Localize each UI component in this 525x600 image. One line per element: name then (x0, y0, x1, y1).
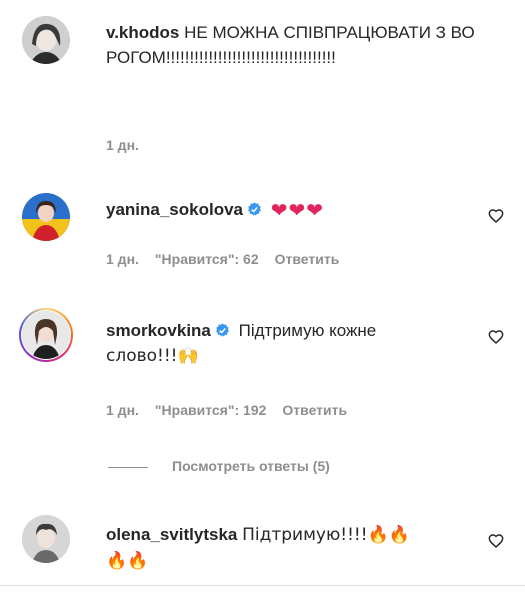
timestamp[interactable]: 1 дн. (106, 137, 139, 153)
comment-text-line2: 🔥🔥 (106, 551, 149, 571)
likes-count[interactable]: "Нравится": 192 (155, 402, 266, 418)
comment-body: yanina_sokolova ❤❤❤ (106, 197, 476, 223)
view-replies-button[interactable]: Посмотреть ответы (5) (108, 458, 330, 478)
comment-text-line2: слово!!!🙌 (106, 346, 199, 366)
comment-text: Підтримую кожне (238, 321, 377, 340)
timestamp[interactable]: 1 дн. (106, 251, 139, 267)
username[interactable]: yanina_sokolova (106, 200, 243, 219)
view-replies-label: Посмотреть ответы (5) (172, 458, 330, 474)
comment-body: smorkovkina Підтримую кожне слово!!!🙌 (106, 318, 476, 369)
comment-meta: 1 дн. "Нравится": 62 Ответить (106, 251, 355, 267)
like-heart-icon[interactable] (488, 329, 504, 345)
comment-text: Підтримую!!!!🔥🔥 (242, 525, 410, 545)
comment-meta: 1 дн. (106, 137, 155, 153)
like-heart-icon[interactable] (488, 208, 504, 224)
avatar[interactable] (22, 515, 70, 563)
reply-button[interactable]: Ответить (282, 402, 347, 418)
comment-meta: 1 дн. "Нравится": 192 Ответить (106, 402, 363, 418)
replies-divider-line (108, 466, 148, 468)
divider (0, 585, 525, 586)
comment-body: olena_svitlytska Підтримую!!!!🔥🔥 🔥🔥 (106, 522, 476, 574)
comment-body: v.khodos НЕ МОЖНА СПІВПРАЦЮВАТИ З ВОРОГО… (106, 20, 476, 70)
verified-badge-icon (215, 323, 229, 337)
like-heart-icon[interactable] (488, 533, 504, 549)
avatar[interactable] (22, 16, 70, 64)
likes-count[interactable]: "Нравится": 62 (155, 251, 259, 267)
verified-badge-icon (248, 202, 261, 216)
story-ring[interactable] (19, 308, 73, 362)
reply-button[interactable]: Ответить (275, 251, 340, 267)
username[interactable]: olena_svitlytska (106, 525, 237, 544)
comment-text: ❤❤❤ (270, 198, 325, 222)
avatar (22, 311, 70, 359)
avatar[interactable] (22, 193, 70, 241)
username[interactable]: v.khodos (106, 23, 179, 42)
username[interactable]: smorkovkina (106, 321, 211, 340)
timestamp[interactable]: 1 дн. (106, 402, 139, 418)
